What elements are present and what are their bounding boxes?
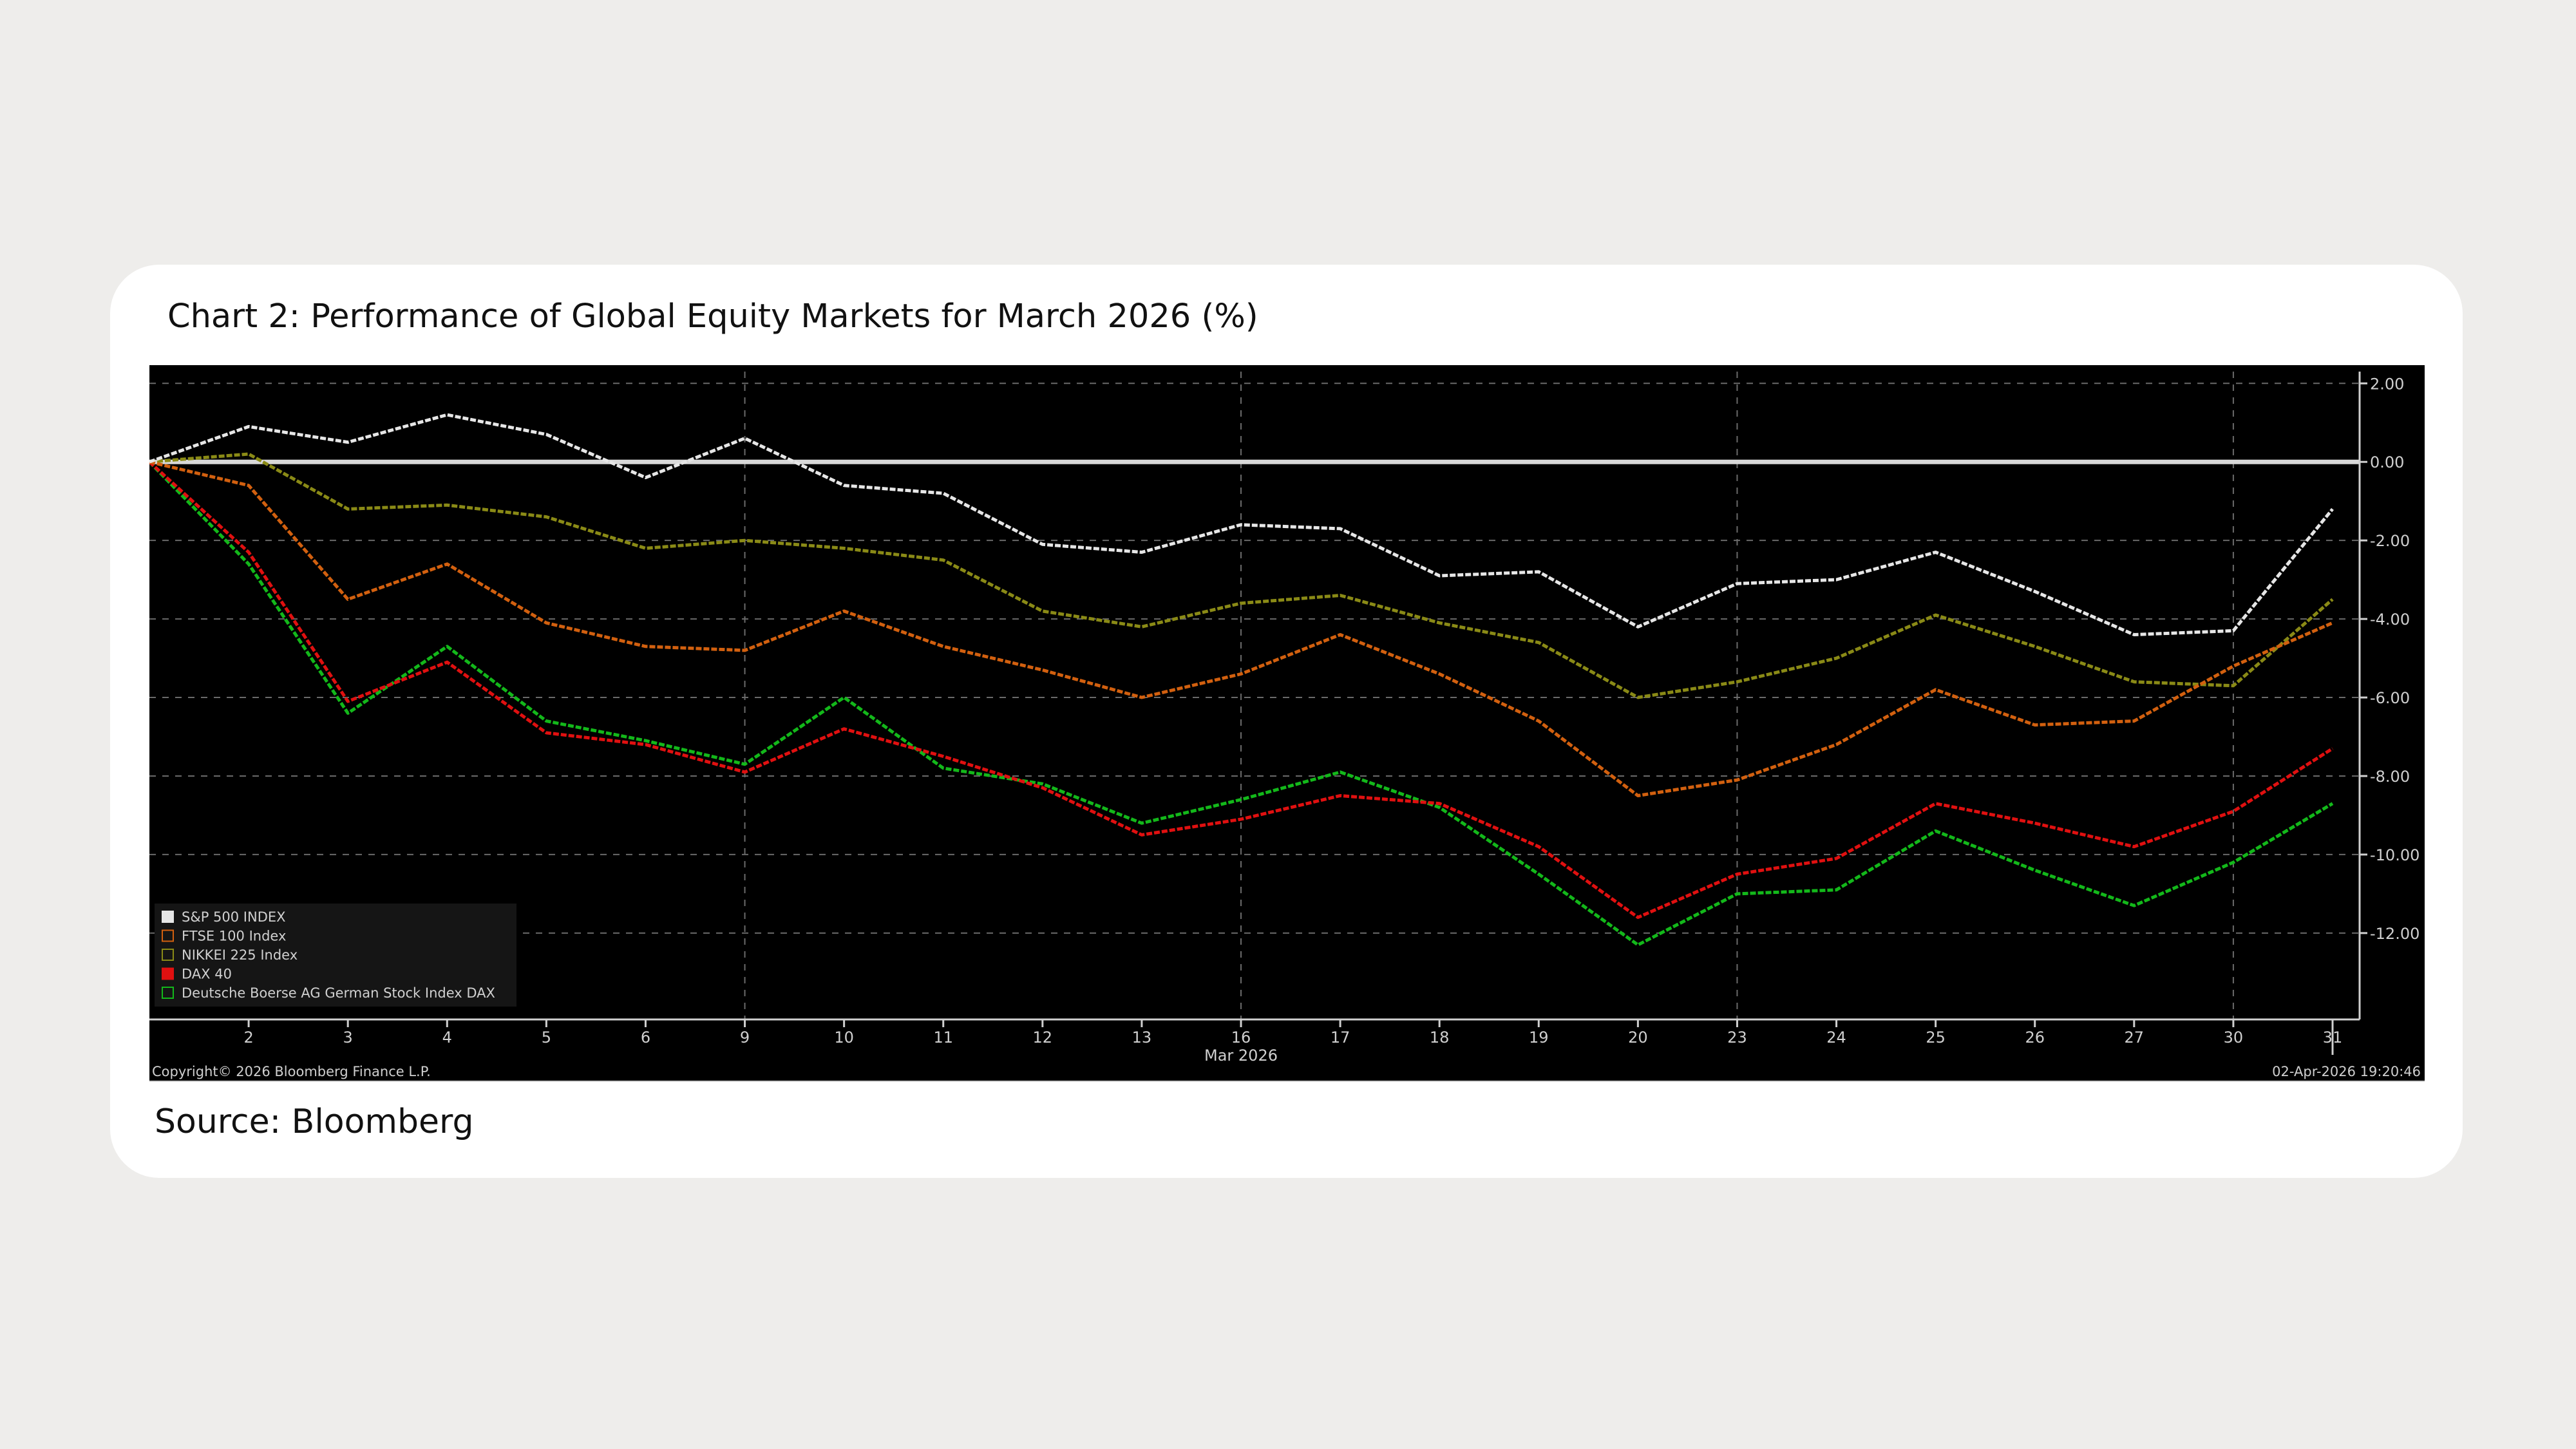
copyright-note: Copyright© 2026 Bloomberg Finance L.P. — [152, 1064, 431, 1079]
x-tick-label: 27 — [2125, 1028, 2145, 1046]
x-tick-label: 25 — [1926, 1028, 1946, 1046]
legend-swatch — [162, 911, 174, 923]
x-tick-label: 11 — [933, 1028, 953, 1046]
x-tick-label: 17 — [1331, 1028, 1350, 1046]
y-tick-label: -12.00 — [2370, 925, 2420, 943]
legend-label: NIKKEI 225 Index — [182, 947, 298, 963]
y-tick-label: 0.00 — [2370, 453, 2404, 471]
x-tick-label: 5 — [542, 1028, 551, 1046]
y-tick-label: -4.00 — [2370, 611, 2410, 629]
x-tick-label: 2 — [243, 1028, 253, 1046]
timestamp-note: 02-Apr-2026 19:20:46 — [2272, 1064, 2421, 1079]
legend-label: DAX 40 — [182, 967, 232, 982]
x-tick-label: 10 — [834, 1028, 854, 1046]
y-tick-label: -8.00 — [2370, 768, 2410, 786]
y-tick-label: -10.00 — [2370, 846, 2420, 864]
x-tick-label: 18 — [1430, 1028, 1450, 1046]
y-tick-label: -6.00 — [2370, 689, 2410, 707]
x-tick-label: 9 — [740, 1028, 750, 1046]
x-tick-label: 24 — [1826, 1028, 1846, 1046]
x-tick-label: 23 — [1727, 1028, 1747, 1046]
x-tick-label: 3 — [343, 1028, 353, 1046]
legend-label: FTSE 100 Index — [182, 929, 286, 944]
x-tick-label: 26 — [2025, 1028, 2045, 1046]
source-caption: Source: Bloomberg — [155, 1103, 474, 1141]
line-chart: 2.00 0.00 -2.00 -4.00 -6.00 -8.00 -10.00 -12.00… — [149, 365, 2425, 1082]
x-tick-label: 20 — [1628, 1028, 1648, 1046]
x-tick-label: 19 — [1529, 1028, 1549, 1046]
x-tick-label: 4 — [442, 1028, 452, 1046]
x-tick-label: 6 — [641, 1028, 650, 1046]
x-axis-label: Mar 2026 — [1204, 1046, 1278, 1065]
x-tick-label: 12 — [1033, 1028, 1053, 1046]
x-tick-label: 13 — [1132, 1028, 1152, 1046]
legend-label: Deutsche Boerse AG German Stock Index DA… — [182, 985, 495, 1001]
y-tick-label: 2.00 — [2370, 375, 2404, 393]
y-tick-label: -2.00 — [2370, 532, 2410, 550]
x-tick-label: 30 — [2224, 1028, 2244, 1046]
chart-panel: 2.00 0.00 -2.00 -4.00 -6.00 -8.00 -10.00 -12.00… — [149, 365, 2425, 1082]
chart-title: Chart 2: Performance of Global Equity Ma… — [167, 298, 1258, 336]
legend-swatch — [162, 967, 174, 980]
legend-label: S&P 500 INDEX — [182, 909, 286, 925]
x-tick-label: 16 — [1231, 1028, 1251, 1046]
